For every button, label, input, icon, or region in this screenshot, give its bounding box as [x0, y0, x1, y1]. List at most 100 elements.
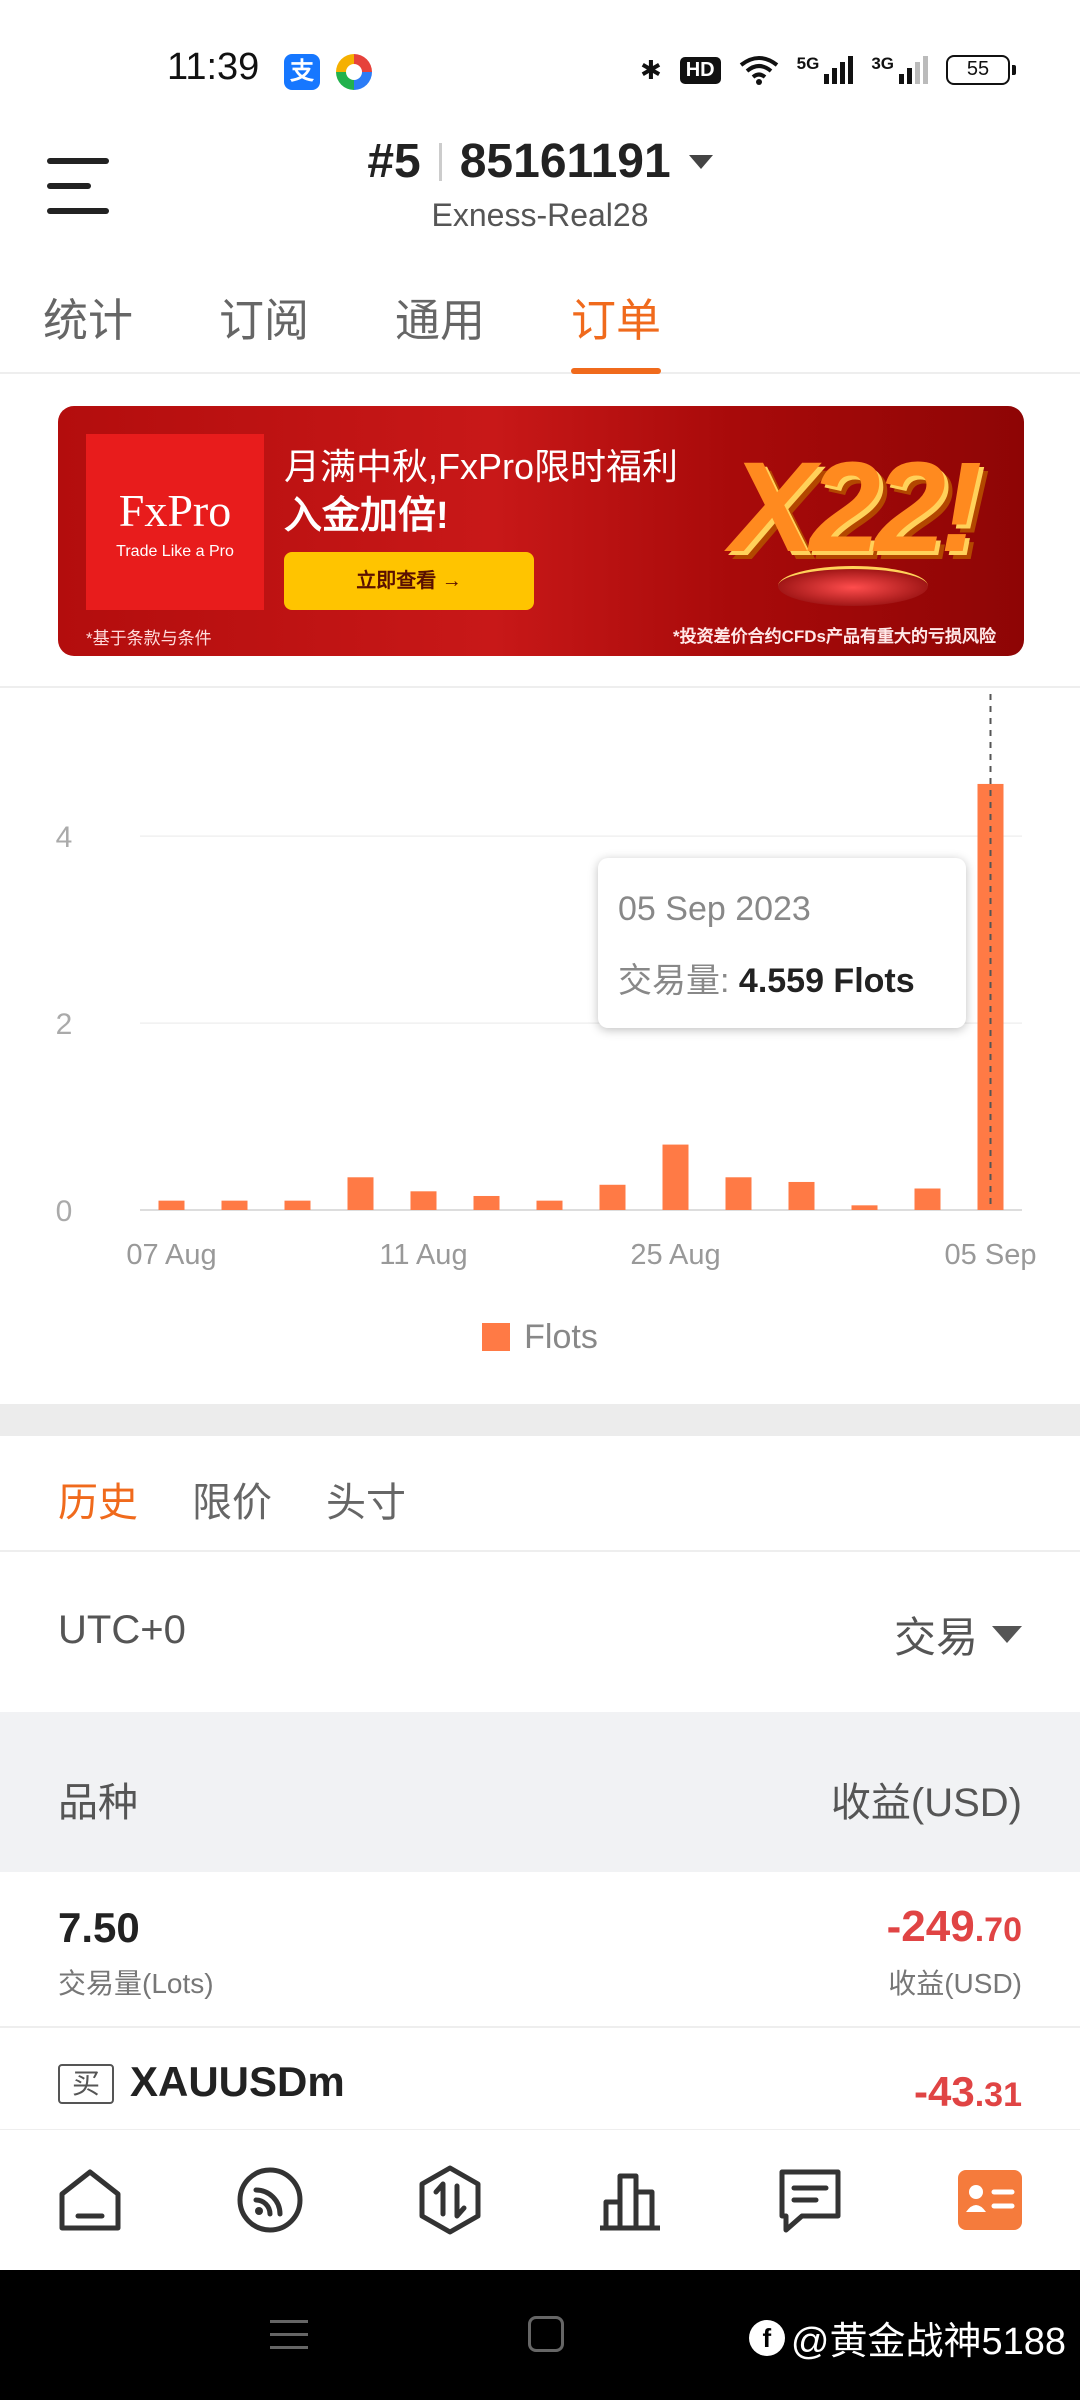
message-icon — [779, 2169, 841, 2233]
bar — [473, 1195, 500, 1210]
battery-icon: 55 — [946, 55, 1016, 85]
fxpro-logo: FxPro Trade Like a Pro — [86, 434, 264, 610]
order-symbol: XAUUSDm — [130, 2058, 345, 2105]
banner-risk-note: *投资差价合约CFDs产品有重大的亏损风险 — [672, 627, 996, 646]
account-icon — [958, 2170, 1022, 2230]
bar — [221, 1200, 248, 1210]
x-tick-label: 11 Aug — [379, 1239, 467, 1271]
tooltip-date: 05 Sep 2023 — [618, 890, 811, 928]
caret-down-icon — [992, 1626, 1022, 1643]
chart-legend[interactable]: Flots — [0, 1318, 1080, 1357]
signal-3g-icon: 3G — [871, 54, 928, 84]
tab-general[interactable]: 通用 — [395, 284, 485, 374]
tab-orders[interactable]: 订单 — [571, 284, 662, 374]
y-tick-label: 0 — [56, 1195, 73, 1228]
nav-charts[interactable] — [592, 2162, 668, 2238]
chart-icon — [600, 2173, 660, 2231]
bar — [662, 1144, 689, 1210]
signal-5g-icon: 5G — [797, 54, 854, 84]
account-number: 85161191 — [459, 135, 671, 188]
watermark: f @黄金战神5188 — [748, 2310, 1066, 2365]
bar — [914, 1188, 941, 1210]
divider — [0, 686, 1080, 688]
home-button[interactable] — [528, 2316, 564, 2352]
order-row[interactable]: 买 XAUUSDm -43.31 — [0, 2030, 1080, 2130]
type-dropdown[interactable]: 交易 — [894, 1604, 1022, 1665]
bar — [851, 1205, 878, 1210]
tooltip-label: 交易量: — [618, 962, 739, 1000]
x-tick-label: 07 Aug — [126, 1239, 216, 1271]
total-profit-dec: .70 — [974, 1911, 1022, 1949]
banner-terms-note: *基于条款与条件 — [86, 629, 212, 648]
total-profit-label: 收益(USD) — [888, 1968, 1022, 1999]
watermark-text: @黄金战神5188 — [790, 2321, 1066, 2363]
status-icons: ✱ HD 5G 3G 55 — [639, 50, 1016, 90]
volume-chart-svg: 0 2 4 07 Aug 11 Aug 25 Aug 05 Sep — [56, 694, 1037, 1271]
total-profit-int: -249 — [886, 1902, 975, 1951]
order-profit-dec: .31 — [974, 2076, 1022, 2114]
banner-view-button[interactable]: 立即查看 → — [284, 552, 534, 610]
caret-down-icon — [688, 154, 713, 169]
bluetooth-icon: ✱ — [639, 54, 662, 85]
banner-subtitle: 入金加倍! — [284, 495, 449, 537]
wifi-icon — [739, 56, 778, 85]
status-time: 11:39 — [167, 46, 260, 88]
total-lots: 7.50 — [58, 1904, 140, 1951]
bar — [599, 1184, 626, 1210]
legend-swatch — [482, 1323, 511, 1351]
nav-account[interactable] — [952, 2162, 1028, 2238]
type-dropdown-label: 交易 — [893, 1614, 978, 1661]
volume-chart[interactable]: 0 2 4 07 Aug 11 Aug 25 Aug 05 Sep — [0, 690, 1080, 1400]
column-profit: 收益(USD) — [830, 1781, 1022, 1825]
side-badge: 买 — [58, 2064, 114, 2104]
main-tabs: 统计 订阅 通用 订单 — [0, 284, 1080, 374]
hd-icon: HD — [679, 56, 721, 84]
order-profit-int: -43 — [914, 2068, 975, 2115]
status-bar: 11:39 支 ✱ HD 5G 3G 55 — [0, 0, 1080, 130]
feed-icon — [237, 2167, 303, 2233]
tab-subscribe[interactable]: 订阅 — [219, 284, 309, 374]
subtab-limit[interactable]: 限价 — [192, 1470, 272, 1528]
tab-statistics[interactable]: 统计 — [43, 284, 133, 374]
chart-tooltip: 05 Sep 2023 交易量: 4.559 Flots — [598, 858, 966, 1028]
x-tick-label: 05 Sep — [945, 1239, 1037, 1271]
tooltip-value: 4.559 Flots — [738, 962, 915, 1000]
bar — [725, 1177, 752, 1210]
nav-messages[interactable] — [772, 2162, 848, 2238]
nav-home[interactable] — [52, 2162, 128, 2238]
app-notification-icon — [336, 54, 372, 90]
order-profit: -43.31 — [914, 2068, 1022, 2116]
subtab-history[interactable]: 历史 — [58, 1470, 138, 1528]
summary-row: 7.50 交易量(Lots) -249.70 收益(USD) — [0, 1872, 1080, 2028]
promo-banner[interactable]: FxPro Trade Like a Pro 月满中秋,FxPro限时福利 入金… — [58, 406, 1024, 656]
order-subtabs: 历史 限价 头寸 — [0, 1436, 1080, 1552]
home-icon — [59, 2169, 121, 2231]
section-divider — [0, 1404, 1080, 1436]
banner-title: 月满中秋,FxPro限时福利 — [284, 446, 679, 487]
total-profit: -249.70 — [887, 1902, 1022, 1952]
bar — [788, 1181, 815, 1210]
table-header: 品种 收益(USD) — [0, 1712, 1080, 1872]
alipay-icon: 支 — [284, 54, 320, 90]
subtab-positions[interactable]: 头寸 — [326, 1470, 406, 1528]
app-screen: 11:39 支 ✱ HD 5G 3G 55 #5 85161191 Exness… — [0, 0, 1080, 2400]
system-nav-bar: f @黄金战神5188 — [0, 2270, 1080, 2400]
column-symbol: 品种 — [58, 1781, 138, 1825]
bar — [536, 1200, 563, 1210]
trade-icon — [419, 2165, 481, 2235]
timezone-label[interactable]: UTC+0 — [58, 1608, 186, 1653]
nav-feed[interactable] — [232, 2162, 308, 2238]
bar — [347, 1177, 374, 1210]
account-separator — [438, 142, 442, 181]
account-server: Exness-Real28 — [431, 197, 649, 233]
filter-row: UTC+0 交易 — [0, 1552, 1080, 1712]
total-lots-label: 交易量(Lots) — [58, 1968, 214, 1999]
bar — [284, 1200, 311, 1210]
account-selector[interactable]: #5 85161191 Exness-Real28 — [0, 134, 1080, 234]
bottom-nav — [0, 2130, 1080, 2270]
account-prefix: #5 — [367, 135, 421, 188]
recents-button[interactable] — [270, 2318, 308, 2352]
bar — [158, 1200, 185, 1210]
legend-label: Flots — [524, 1318, 598, 1356]
nav-trade[interactable] — [412, 2162, 488, 2238]
